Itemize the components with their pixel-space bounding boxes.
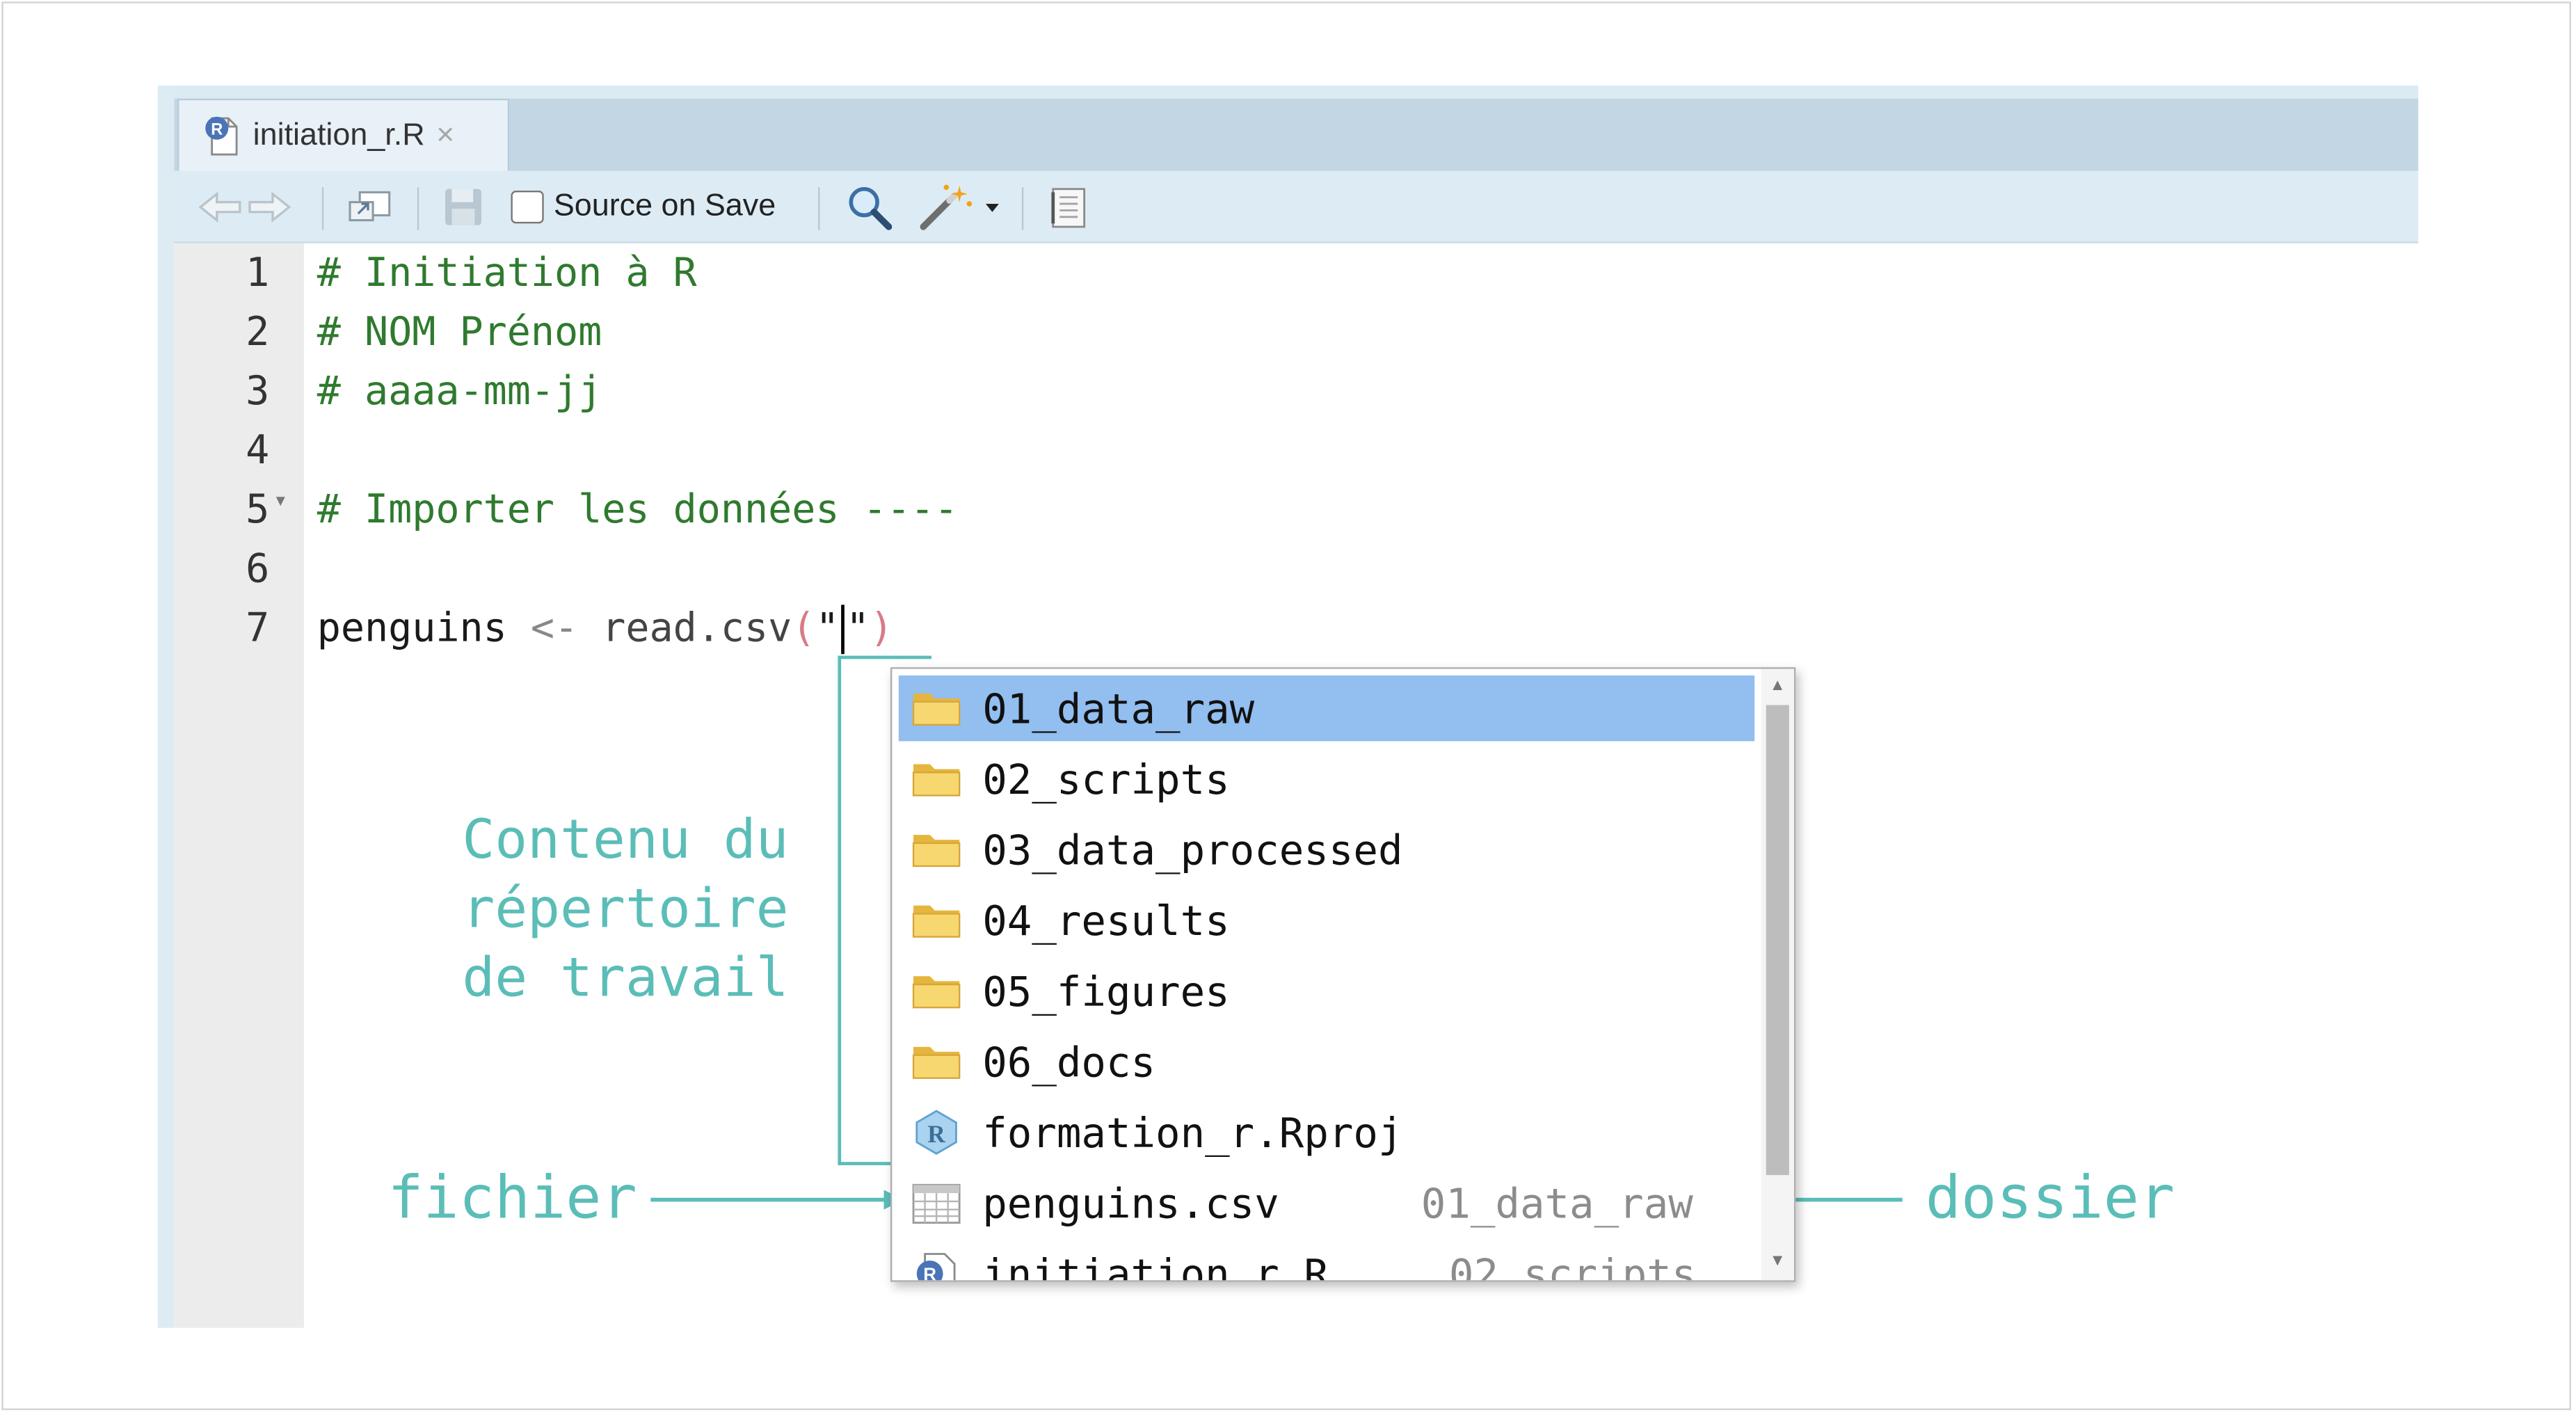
folder-icon <box>912 1039 961 1085</box>
bracket-vertical <box>838 655 842 1165</box>
rproj-icon: R <box>912 1110 961 1156</box>
toolbar-separator <box>417 187 419 230</box>
working-directory-annotation: Contenu du répertoire de travail <box>440 806 789 1013</box>
svg-text:R: R <box>923 1263 936 1281</box>
completion-name: formation_r.Rproj <box>982 1108 1403 1156</box>
stage: R initiation_r.R × Source on Save 1 2 3 … <box>0 0 2576 1415</box>
folder-icon <box>912 897 961 943</box>
completion-item[interactable]: 04_results <box>899 888 1754 953</box>
code-line-section-header: # Importer les données ---- <box>317 486 959 533</box>
quote-close: " <box>846 605 870 651</box>
completion-name: penguins.csv <box>982 1179 1279 1227</box>
toolbar-separator <box>1021 187 1024 230</box>
completion-location: 01_data_raw <box>1421 1179 1693 1227</box>
search-icon[interactable] <box>845 171 894 243</box>
completion-name: initiation_r.R <box>982 1249 1329 1282</box>
tab-initiation-r[interactable]: R initiation_r.R × <box>177 98 510 171</box>
compile-report-icon[interactable] <box>1045 171 1091 243</box>
line-number: 5 <box>246 486 270 533</box>
back-arrow-icon[interactable] <box>197 171 243 243</box>
svg-text:R: R <box>211 120 223 138</box>
source-on-save-label: Source on Save <box>553 189 776 224</box>
code-line-read-csv: penguins <- read.csv(" ") <box>317 598 893 657</box>
autocomplete-popup: 01_data_raw 02_scripts 03_data_processed… <box>890 667 1796 1282</box>
code-line-comment: # Initiation à R <box>317 250 697 296</box>
folder-icon <box>912 968 961 1014</box>
completion-name: 02_scripts <box>982 755 1230 804</box>
completion-name: 04_results <box>982 896 1230 945</box>
completion-item[interactable]: R initiation_r.R 02_scripts <box>899 1241 1754 1282</box>
open-paren: ( <box>792 605 816 651</box>
completion-location: 02_scripts <box>1448 1249 1697 1282</box>
show-in-window-icon[interactable] <box>345 171 394 243</box>
code-line-comment: # aaaa-mm-jj <box>317 368 602 415</box>
text-cursor <box>840 605 845 655</box>
r-script-icon: R <box>912 1251 961 1281</box>
code-tools-wand-icon[interactable] <box>917 171 976 243</box>
completion-name: 01_data_raw <box>982 684 1255 733</box>
line-number: 1 <box>246 250 270 296</box>
line-number: 6 <box>246 545 270 592</box>
close-paren: ) <box>870 605 894 651</box>
folder-icon <box>912 685 961 731</box>
completion-name: 06_docs <box>982 1037 1156 1086</box>
completion-item[interactable]: 05_figures <box>899 958 1754 1023</box>
function-name: read.csv <box>602 605 792 651</box>
popup-scrollbar[interactable]: ▲ ▼ <box>1761 669 1794 1281</box>
scroll-up-icon[interactable]: ▲ <box>1761 672 1794 702</box>
folder-icon <box>912 756 961 802</box>
editor-toolbar: Source on Save <box>174 170 2419 243</box>
line-number: 4 <box>246 427 270 474</box>
file-arrow <box>650 1190 904 1210</box>
line-number: 2 <box>246 309 270 355</box>
dropdown-caret-icon[interactable] <box>982 171 1002 243</box>
completion-item[interactable]: penguins.csv 01_data_raw <box>899 1170 1754 1236</box>
bracket-bottom <box>838 1162 894 1165</box>
completion-item[interactable]: 03_data_processed <box>899 817 1754 882</box>
tab-label: initiation_r.R <box>253 117 425 152</box>
annotation-line: de travail <box>462 945 789 1009</box>
pane-left-edge <box>157 85 175 1328</box>
scroll-down-icon[interactable]: ▼ <box>1761 1247 1794 1277</box>
variable-name: penguins <box>317 605 507 651</box>
completion-item[interactable]: 06_docs <box>899 1029 1754 1094</box>
fold-toggle-icon[interactable]: ▾ <box>276 490 285 511</box>
line-number: 7 <box>246 605 270 651</box>
r-script-icon: R <box>204 114 240 157</box>
bracket-top <box>838 655 932 659</box>
tab-bar: R initiation_r.R × <box>174 85 2419 171</box>
folder-annotation-label: dossier <box>1925 1165 2175 1233</box>
close-icon[interactable]: × <box>436 118 454 154</box>
toolbar-separator <box>818 187 820 230</box>
forward-arrow-icon[interactable] <box>246 171 292 243</box>
completion-name: 03_data_processed <box>982 826 1403 874</box>
scrollbar-thumb[interactable] <box>1766 705 1789 1176</box>
code-line-comment: # NOM Prénom <box>317 309 602 355</box>
tab-bar-background <box>174 98 2419 171</box>
line-number: 3 <box>246 368 270 415</box>
file-annotation-label: fichier <box>387 1165 637 1233</box>
completion-name: 05_figures <box>982 967 1230 1015</box>
csv-table-icon <box>912 1180 961 1226</box>
annotation-line: répertoire <box>462 876 789 941</box>
annotation-line: Contenu du <box>462 806 789 872</box>
toolbar-separator <box>321 187 324 230</box>
source-on-save-checkbox[interactable] <box>511 191 544 224</box>
assign-operator: <- <box>530 605 579 651</box>
svg-text:R: R <box>927 1120 945 1148</box>
completion-item[interactable]: 02_scripts <box>899 746 1754 812</box>
completion-item[interactable]: 01_data_raw <box>898 675 1755 742</box>
save-icon[interactable] <box>440 171 486 243</box>
folder-icon <box>912 826 961 872</box>
completion-item[interactable]: R formation_r.Rproj <box>899 1099 1754 1165</box>
quote-open: " <box>815 605 840 651</box>
source-on-save-toggle[interactable]: Source on Save <box>511 171 776 243</box>
